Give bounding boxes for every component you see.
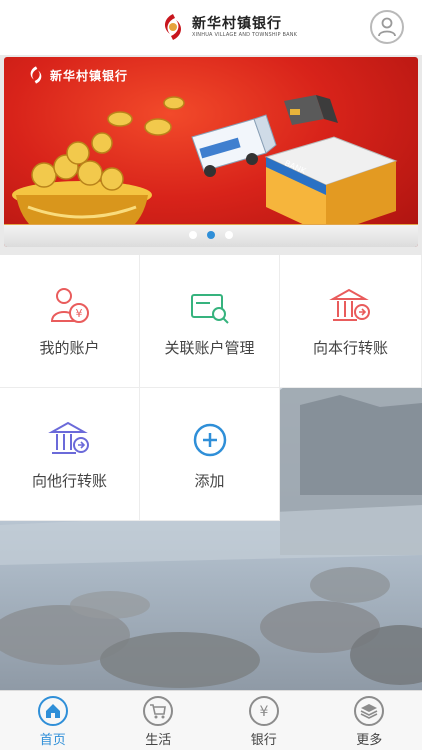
tab-home[interactable]: 首页 <box>0 691 106 750</box>
tab-label: 更多 <box>356 733 383 748</box>
layers-icon <box>360 704 378 719</box>
bank-transfer-other-icon <box>47 421 89 454</box>
tab-label: 首页 <box>39 733 66 748</box>
carousel-dot[interactable] <box>225 231 233 239</box>
carousel-dot[interactable] <box>189 231 197 239</box>
banner-illustration: BANK <box>12 95 398 245</box>
account-yuan-icon: ¥ <box>50 288 89 323</box>
carousel-dots <box>4 231 418 239</box>
tab-label: 生活 <box>145 733 172 748</box>
promo-banner[interactable]: 新华村镇银行 BANK <box>0 55 422 255</box>
tab-label: 银行 <box>250 733 277 748</box>
bank-logo: 新华村镇银行 XINHUA VILLAGE AND TOWNSHIP BANK <box>158 10 297 44</box>
card-search-icon <box>190 294 229 324</box>
svg-text:¥: ¥ <box>259 704 268 720</box>
grid-label: 添加 <box>194 472 225 490</box>
bank-logo-icon <box>158 12 188 42</box>
tab-bank[interactable]: ¥ 银行 <box>211 691 317 750</box>
header: 新华村镇银行 XINHUA VILLAGE AND TOWNSHIP BANK <box>0 0 422 55</box>
cart-icon <box>150 704 167 719</box>
add-circle-icon <box>193 423 226 457</box>
grid-item-transfer-same-bank[interactable]: 向本行转账 <box>280 255 422 388</box>
tab-life[interactable]: 生活 <box>106 691 212 750</box>
grid-item-linked-accounts[interactable]: 关联账户管理 <box>140 255 280 388</box>
grid-item-transfer-other-bank[interactable]: 向他行转账 <box>0 388 140 521</box>
grid-item-add[interactable]: 添加 <box>140 388 280 521</box>
bank-name-en: XINHUA VILLAGE AND TOWNSHIP BANK <box>192 31 298 38</box>
grid-label: 我的账户 <box>39 339 100 357</box>
carousel-dot-active[interactable] <box>207 231 215 239</box>
bank-transfer-icon <box>328 288 370 321</box>
yen-icon: ¥ <box>259 704 268 720</box>
svg-text:¥: ¥ <box>75 307 82 320</box>
bottom-tab-bar: 首页 生活 ¥ 银行 更多 <box>0 690 422 750</box>
banner-image: 新华村镇银行 BANK <box>4 57 418 247</box>
user-profile-button[interactable] <box>370 10 404 44</box>
grid-item-my-account[interactable]: ¥ 我的账户 <box>0 255 140 388</box>
grid-label: 关联账户管理 <box>164 339 255 357</box>
bank-name: 新华村镇银行 <box>192 15 282 32</box>
home-icon <box>45 704 60 718</box>
tab-more[interactable]: 更多 <box>317 691 422 750</box>
grid-label: 向本行转账 <box>312 339 388 357</box>
user-icon <box>378 17 396 37</box>
grid-label: 向他行转账 <box>31 472 107 490</box>
